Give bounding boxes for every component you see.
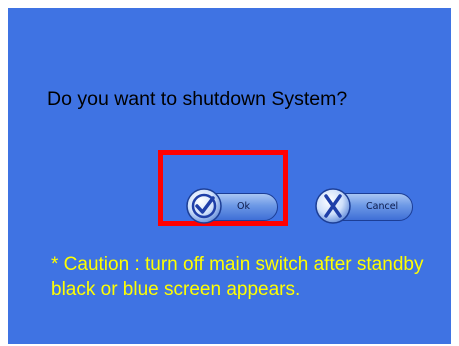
- shutdown-question: Do you want to shutdown System?: [47, 88, 348, 110]
- cancel-button[interactable]: Cancel: [315, 188, 413, 224]
- shutdown-dialog: Do you want to shutdown System? Ok Cance…: [8, 8, 451, 344]
- caution-text: * Caution : turn off main switch after s…: [51, 254, 424, 300]
- cancel-label: Cancel: [366, 201, 399, 212]
- ok-button[interactable]: Ok: [186, 188, 278, 224]
- ok-label: Ok: [237, 201, 250, 212]
- check-icon: [186, 188, 222, 224]
- x-icon: [315, 188, 351, 224]
